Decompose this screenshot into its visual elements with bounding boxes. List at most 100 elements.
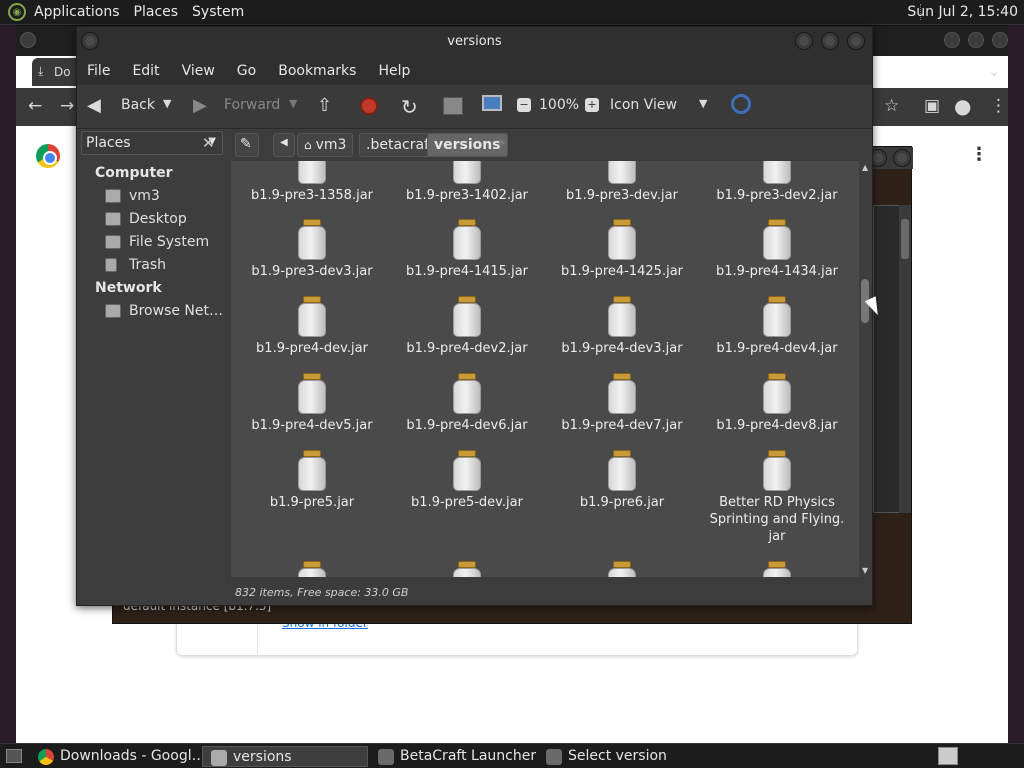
scroll-up-icon[interactable]: ▲ — [862, 163, 868, 172]
file-item[interactable]: b1.9-pre6.jar — [547, 450, 697, 511]
file-name: b1.9-pre6.jar — [579, 495, 665, 510]
scroll-down-icon[interactable]: ▼ — [862, 566, 868, 575]
file-item[interactable]: b1.9-pre4-dev6.jar — [392, 373, 542, 434]
scrollbar-thumb[interactable] — [901, 219, 909, 259]
menu-applications[interactable]: Applications — [34, 4, 120, 20]
file-item[interactable]: b1.9-pre3-dev.jar — [547, 161, 697, 204]
forward-arrow-icon[interactable]: → — [60, 96, 74, 116]
chevron-down-icon[interactable]: ▼ — [699, 97, 707, 110]
scrollbar[interactable]: ▲ ▼ — [859, 161, 871, 577]
menu-view[interactable]: View — [182, 63, 215, 79]
maximize-icon[interactable] — [821, 32, 839, 50]
window-control-icon[interactable] — [944, 32, 960, 48]
chevron-down-icon[interactable]: ▼ — [289, 97, 297, 110]
profile-icon[interactable]: ● — [954, 94, 971, 118]
menu-help[interactable]: Help — [378, 63, 410, 79]
jar-file-icon — [297, 219, 327, 261]
clock[interactable]: Sun Jul 2, 15:40 — [907, 4, 1018, 20]
star-icon[interactable]: ☆ — [884, 96, 899, 116]
file-item[interactable]: b1.9-pre4-dev7.jar — [547, 373, 697, 434]
window-control-icon[interactable] — [992, 32, 1008, 48]
window-control-icon[interactable] — [893, 149, 911, 167]
forward-button[interactable]: Forward — [224, 97, 280, 113]
sidebar-item-browse-network[interactable]: Browse Net… — [105, 303, 223, 319]
task-label: Select version — [568, 748, 667, 764]
sidebar-item-trash[interactable]: Trash — [105, 257, 166, 273]
file-item[interactable]: b1.9-pre4-dev3.jar — [547, 296, 697, 357]
edit-location-icon[interactable]: ✎ — [235, 133, 259, 157]
file-item[interactable]: b1.9-pre4-1415.jar — [392, 219, 542, 280]
view-mode-select[interactable]: Icon View — [610, 97, 677, 113]
file-item[interactable] — [237, 561, 387, 577]
task-versions[interactable]: versions — [202, 746, 368, 767]
file-item[interactable]: b1.9-pre3-1358.jar — [237, 161, 387, 204]
file-item[interactable]: b1.9-pre3-dev3.jar — [237, 219, 387, 280]
show-desktop-icon[interactable] — [6, 749, 22, 763]
jar-file-icon — [452, 296, 482, 338]
computer-icon[interactable] — [482, 95, 502, 111]
menu-file[interactable]: File — [87, 63, 110, 79]
sidepanel-icon[interactable]: ▣ — [924, 96, 940, 116]
scrollbar[interactable] — [899, 205, 911, 513]
jar-file-icon — [452, 219, 482, 261]
window-titlebar[interactable]: versions — [77, 27, 872, 57]
back-button[interactable]: Back — [121, 97, 155, 113]
forward-arrow-icon[interactable]: ▶ — [193, 95, 207, 116]
file-item[interactable]: b1.9-pre4-1434.jar — [702, 219, 852, 280]
menu-go[interactable]: Go — [237, 63, 256, 79]
window-control-icon[interactable] — [968, 32, 984, 48]
search-icon[interactable] — [731, 94, 751, 114]
kebab-menu-icon[interactable]: ⋮ — [990, 96, 1007, 116]
file-item[interactable]: b1.9-pre3-1402.jar — [392, 161, 542, 204]
path-scroll-right-icon[interactable]: ▶ — [499, 137, 507, 148]
file-item[interactable] — [547, 561, 697, 577]
path-scroll-left-icon[interactable]: ◀ — [273, 133, 295, 157]
file-item[interactable]: b1.9-pre5.jar — [237, 450, 387, 511]
back-arrow-icon[interactable]: ◀ — [87, 95, 101, 116]
stop-icon[interactable] — [360, 97, 378, 115]
download-icon: ⤓ — [38, 64, 44, 78]
window-menu-icon[interactable] — [81, 32, 99, 50]
path-segment-versions[interactable]: versions — [427, 133, 508, 157]
menu-system[interactable]: System — [192, 4, 244, 20]
workspace-switcher-icon[interactable] — [938, 747, 958, 765]
close-icon[interactable] — [847, 32, 865, 50]
chevron-down-icon[interactable]: ⌄ — [988, 64, 1000, 80]
back-arrow-icon[interactable]: ← — [28, 96, 42, 116]
file-item[interactable]: b1.9-pre4-dev.jar — [237, 296, 387, 357]
file-item[interactable]: Better RD Physics Sprinting and Flying. … — [702, 450, 852, 545]
file-item[interactable]: b1.9-pre4-dev5.jar — [237, 373, 387, 434]
kebab-menu-icon[interactable]: ⋮ — [970, 144, 988, 165]
sidebar-section-network: Network — [95, 280, 162, 296]
file-item[interactable]: b1.9-pre4-dev4.jar — [702, 296, 852, 357]
reload-icon[interactable]: ↻ — [401, 95, 418, 119]
menu-bookmarks[interactable]: Bookmarks — [278, 63, 356, 79]
trash-icon — [105, 258, 117, 272]
file-name: b1.9-pre3-dev2.jar — [716, 188, 838, 203]
file-item[interactable]: b1.9-pre4-dev2.jar — [392, 296, 542, 357]
path-segment-vm3[interactable]: ⌂ vm3 — [297, 133, 354, 157]
minimize-icon[interactable] — [795, 32, 813, 50]
file-item[interactable]: b1.9-pre3-dev2.jar — [702, 161, 852, 204]
task-betacraft[interactable]: BetaCraft Launcher … — [370, 746, 536, 767]
menu-places[interactable]: Places — [134, 4, 179, 20]
file-item[interactable]: b1.9-pre4-1425.jar — [547, 219, 697, 280]
chevron-down-icon[interactable]: ▼ — [163, 97, 171, 110]
sidebar-item-vm3[interactable]: vm3 — [105, 188, 160, 204]
task-chrome[interactable]: Downloads - Googl… — [30, 746, 200, 767]
window-control-icon[interactable] — [20, 32, 36, 48]
zoom-out-icon[interactable]: − — [517, 98, 531, 112]
zoom-in-icon[interactable]: + — [585, 98, 599, 112]
sidebar-item-desktop[interactable]: Desktop — [105, 211, 187, 227]
up-arrow-icon[interactable]: ⇧ — [317, 95, 332, 116]
close-icon[interactable]: ✕ — [202, 134, 215, 152]
home-icon[interactable] — [443, 97, 463, 115]
task-select-version[interactable]: Select version — [538, 746, 704, 767]
sidebar-item-filesystem[interactable]: File System — [105, 234, 209, 250]
file-item[interactable] — [702, 561, 852, 577]
file-item[interactable]: b1.9-pre4-dev8.jar — [702, 373, 852, 434]
menu-edit[interactable]: Edit — [132, 63, 159, 79]
distro-logo-icon[interactable]: ◉ — [8, 3, 26, 21]
file-item[interactable] — [392, 561, 542, 577]
file-item[interactable]: b1.9-pre5-dev.jar — [392, 450, 542, 511]
